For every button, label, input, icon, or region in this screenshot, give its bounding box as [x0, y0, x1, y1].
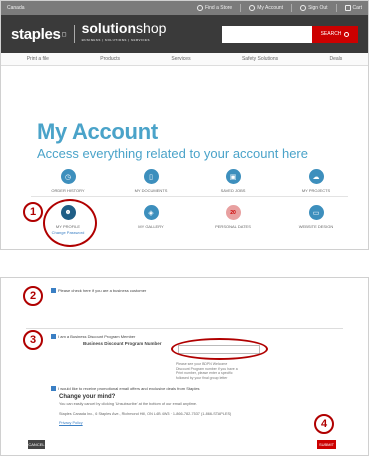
country-selector[interactable]: Canada	[7, 5, 189, 11]
main-nav: Print a file Products Services Safety So…	[1, 53, 368, 66]
tile-my-documents[interactable]: ▯ MY DOCUMENTS	[116, 169, 186, 193]
save-icon: ▣	[225, 169, 241, 184]
bdp-help-text: Please see your BDPN Welcome Discount Pr…	[176, 362, 238, 380]
signout-icon	[300, 5, 307, 11]
tile-saved-jobs[interactable]: ▣ SAVED JOBS	[198, 169, 268, 193]
search-button[interactable]: SEARCH	[312, 25, 358, 43]
change-mind-title: Change your mind?	[59, 394, 116, 400]
nav-item-print[interactable]: Print a file	[27, 56, 49, 62]
document-icon: ▯	[143, 169, 159, 184]
cart-icon	[344, 5, 351, 11]
help-line: Print number, please enter a specific	[176, 371, 233, 375]
tile-label: PERSONAL DATES	[215, 224, 251, 229]
annotation-3: 3	[23, 330, 43, 350]
business-checkbox-label: Please check here if you are a business …	[58, 288, 147, 293]
tile-my-projects[interactable]: ☁ MY PROJECTS	[281, 169, 351, 193]
profile-form-panel: 2 Please check here if you are a busines…	[0, 277, 369, 456]
staples-logo[interactable]: staples	[11, 26, 61, 43]
submit-button[interactable]: SUBMIT	[317, 440, 336, 449]
solutionshop-logo[interactable]: solutionshop BUSINESS | SOLUTIONS | SERV…	[82, 21, 167, 46]
sign-out-link[interactable]: Sign Out	[300, 5, 328, 11]
tile-label: MY PROJECTS	[301, 188, 331, 193]
nav-item-services[interactable]: Services	[171, 56, 190, 62]
nav-item-products[interactable]: Products	[100, 56, 120, 62]
annotation-4: 4	[314, 414, 334, 434]
cart-label: Cart	[352, 5, 362, 11]
divider	[240, 4, 242, 12]
nav-item-deals[interactable]: Deals	[329, 56, 342, 62]
find-store-link[interactable]: Find a Store	[196, 5, 233, 11]
account-page-panel: Canada Find a Store My Account Sign Out …	[0, 0, 369, 250]
privacy-policy-link[interactable]: Privacy Policy	[59, 421, 83, 425]
account-hero: My Account Access everything related to …	[37, 119, 308, 161]
page-title: My Account	[37, 119, 158, 144]
annotation-2: 2	[23, 286, 43, 306]
my-account-label: My Account	[257, 5, 284, 11]
user-icon	[249, 5, 256, 11]
tile-order-history[interactable]: ◷ ORDER HISTORY	[33, 169, 103, 193]
search-input[interactable]	[222, 25, 312, 43]
promo-email-option[interactable]: I would like to receive promotional emai…	[51, 386, 200, 392]
change-mind-text: You can easily cancel by clicking 'Unsub…	[59, 402, 198, 406]
utility-bar: Canada Find a Store My Account Sign Out …	[1, 1, 368, 15]
cancel-button[interactable]: CANCEL	[28, 440, 45, 449]
company-address: Staples Canada Inc., 6 Staples Ave., Ric…	[59, 412, 232, 416]
help-line: followed by your final group letter	[176, 375, 228, 380]
site-header: staples ◻ solutionshop BUSINESS | SOLUTI…	[1, 15, 368, 53]
highlight-circle-profile	[43, 199, 97, 247]
search-icon	[344, 31, 350, 37]
checkbox[interactable]	[51, 386, 56, 392]
clock-icon: ◷	[60, 169, 76, 184]
checkbox[interactable]	[51, 288, 56, 294]
cloud-icon: ☁	[308, 169, 324, 184]
my-account-link[interactable]: My Account	[249, 5, 283, 11]
annotation-1: 1	[23, 202, 43, 222]
tile-label: WEBSITE DESIGN	[298, 224, 334, 229]
nav-item-safety[interactable]: Safety Solutions	[242, 56, 278, 62]
tile-my-gallery[interactable]: ◈ MY GALLERY	[116, 205, 186, 229]
tile-label: MY GALLERY	[138, 224, 164, 229]
divider	[31, 196, 348, 197]
gallery-icon: ◈	[143, 205, 159, 220]
bdp-member-option[interactable]: I am a Business Discount Program Member	[51, 334, 136, 340]
calendar-icon: 20	[225, 205, 241, 220]
monitor-icon: ▭	[308, 205, 324, 220]
tile-label: MY DOCUMENTS	[134, 188, 168, 193]
find-store-label: Find a Store	[204, 5, 233, 11]
promo-email-label: I would like to receive promotional emai…	[58, 386, 200, 391]
tile-website-design[interactable]: ▭ WEBSITE DESIGN	[281, 205, 351, 229]
bdp-member-label: I am a Business Discount Program Member	[58, 334, 136, 339]
search-bar: SEARCH	[222, 25, 358, 43]
sign-out-label: Sign Out	[308, 5, 328, 11]
logo-divider	[73, 25, 75, 43]
divider	[335, 4, 337, 12]
location-icon	[196, 5, 203, 11]
tile-label: ORDER HISTORY	[51, 188, 85, 193]
divider	[26, 328, 343, 329]
search-button-label: SEARCH	[320, 31, 342, 37]
tile-label: SAVED JOBS	[220, 188, 246, 193]
cart-link[interactable]: Cart	[344, 5, 362, 11]
highlight-circle-bdpn	[171, 338, 268, 360]
logo-mark-icon: ◻	[61, 31, 67, 38]
divider	[291, 4, 293, 12]
page-subtitle: Access everything related to your accoun…	[37, 146, 308, 161]
tile-personal-dates[interactable]: 20 PERSONAL DATES	[198, 205, 268, 229]
business-customer-option[interactable]: Please check here if you are a business …	[51, 288, 147, 294]
bdp-number-label: Business Discount Program Number	[83, 341, 162, 346]
checkbox[interactable]	[51, 334, 56, 340]
